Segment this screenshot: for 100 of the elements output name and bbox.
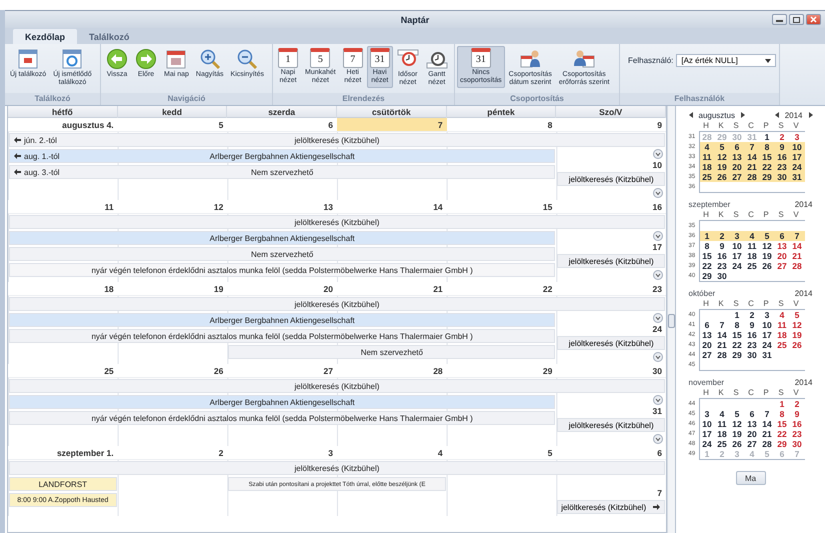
calendar-day[interactable]: 6 [730,142,744,152]
calendar-day[interactable]: 24 [700,439,714,449]
calendar-day[interactable]: 29 [774,439,790,449]
calendar-day[interactable]: 11 [700,152,714,162]
calendar-day[interactable]: 3 [700,409,714,419]
calendar-day[interactable]: 27 [700,350,714,360]
calendar-day[interactable]: 5 [790,310,804,320]
event-bar[interactable]: aug. 1.-tól Arlberger Bergbahnen Aktiengesellschaft [9,149,556,163]
calendar-day[interactable]: 7 [744,142,760,152]
calendar-day[interactable]: 25 [744,261,760,271]
calendar-day[interactable]: 21 [790,251,804,261]
calendar-day[interactable]: 26 [714,172,730,182]
event-bar[interactable]: jelöltkeresés (Kitzbühel) [9,215,665,229]
more-icon[interactable] [652,352,663,362]
calendar-day[interactable]: 11 [774,320,790,330]
calendar-day[interactable]: 17 [730,251,744,261]
calendar-day[interactable]: 19 [760,251,774,261]
calendar-day[interactable]: 4 [744,231,760,241]
more-icon[interactable] [652,270,663,280]
calendar-day[interactable]: 5 [730,409,744,419]
calendar-day[interactable]: 15 [700,251,714,261]
more-icon[interactable] [652,395,663,405]
event-bar[interactable]: jelöltkeresés (Kitzbühel) [9,461,665,475]
calendar-day[interactable]: 24 [760,340,774,350]
calendar-day[interactable]: 8 [774,409,790,419]
scroll-thumb[interactable] [668,314,675,328]
calendar-day[interactable]: 30 [774,172,790,182]
more-icon[interactable] [652,313,663,323]
calendar-day[interactable]: 12 [760,241,774,251]
calendar-day[interactable]: 30 [744,350,760,360]
calendar-day[interactable]: 7 [790,231,804,241]
calendar-day[interactable]: 12 [790,320,804,330]
calendar-day[interactable]: 13 [730,152,744,162]
calendar-day[interactable]: 11 [714,419,730,429]
calendar-day[interactable]: 2 [744,310,760,320]
calendar-day[interactable]: 17 [760,330,774,340]
calendar-day[interactable]: 10 [700,419,714,429]
calendar-day[interactable]: 1 [730,310,744,320]
calendar-day[interactable]: 16 [790,419,804,429]
scrollbar[interactable] [667,106,675,533]
calendar-day[interactable]: 24 [790,162,804,172]
calendar-day[interactable]: 26 [730,439,744,449]
calendar-day[interactable]: 19 [730,429,744,439]
calendar-day[interactable]: 30 [790,439,804,449]
calendar-day[interactable]: 9 [790,409,804,419]
next-icon[interactable] [808,112,812,118]
calendar-day[interactable]: 16 [744,330,760,340]
calendar-day[interactable]: 19 [790,330,804,340]
calendar-day[interactable]: 8 [760,142,774,152]
event-bar[interactable]: LANDFORST [9,477,117,491]
event-bar[interactable]: jelöltkeresés (Kitzbühel) [557,254,665,268]
calendar-day[interactable]: 30 [714,271,730,281]
calendar-day[interactable]: 17 [700,429,714,439]
calendar-day[interactable]: 28 [714,350,730,360]
event-bar[interactable]: nyár végén telefonon érdeklődni asztalos munka felöl (sedda Polstermöbelwerke Hans Thalermaier GmbH ) [9,411,556,425]
event-bar[interactable]: jelöltkeresés (Kitzbühel) [9,379,665,393]
ribbon-tab[interactable]: Találkozó [77,29,142,44]
calendar-day[interactable]: 26 [760,261,774,271]
calendar-day[interactable]: 15 [774,419,790,429]
calendar-day[interactable]: 28 [760,439,774,449]
event-bar[interactable]: Arlberger Bergbahnen Aktiengesellschaft [9,231,556,245]
event-bar[interactable]: jún. 2.-tól jelöltkeresés (Kitzbühel) [9,133,665,147]
maximize-button[interactable] [789,14,804,25]
calendar-day[interactable]: 2 [790,399,804,409]
more-icon[interactable] [652,149,663,159]
more-icon[interactable] [652,188,663,198]
calendar-day[interactable]: 25 [714,439,730,449]
calendar-day[interactable]: 14 [744,152,760,162]
calendar-day[interactable]: 13 [700,330,714,340]
calendar-day[interactable]: 9 [774,142,790,152]
calendar-day[interactable]: 22 [774,429,790,439]
calendar-day[interactable]: 15 [730,330,744,340]
calendar-day[interactable]: 20 [700,340,714,350]
calendar-day[interactable]: 25 [700,172,714,182]
calendar-day[interactable]: 31 [790,172,804,182]
calendar-day[interactable]: 23 [774,162,790,172]
event-bar[interactable]: aug. 3.-tól Nem szervezhető [9,165,556,179]
calendar-day[interactable]: 7 [760,409,774,419]
calendar-day[interactable]: 5 [714,142,730,152]
calendar-day[interactable]: 12 [730,419,744,429]
calendar-day[interactable]: 6 [744,409,760,419]
previous-icon[interactable] [688,112,692,118]
calendar-day[interactable]: 7 [714,320,730,330]
calendar-day[interactable]: 4 [774,310,790,320]
event-bar[interactable]: nyár végén telefonon érdeklődni asztalos munka felöl (sedda Polstermöbelwerke Hans Thalermaier GmbH ) [9,329,556,343]
calendar-day[interactable]: 21 [760,429,774,439]
minimize-button[interactable] [772,14,787,25]
calendar-day[interactable]: 20 [730,162,744,172]
calendar-day[interactable]: 28 [744,172,760,182]
calendar-day[interactable]: 8 [730,320,744,330]
calendar-day[interactable]: 19 [714,162,730,172]
calendar-day[interactable]: 16 [774,152,790,162]
event-bar[interactable]: nyár végén telefonon érdeklődni asztalos munka felöl (sedda Polstermöbelwerke Hans Thalermaier GmbH ) [9,263,556,277]
more-icon[interactable] [652,231,663,241]
calendar-day[interactable]: 3 [760,310,774,320]
event-bar[interactable]: Nem szervezhető [228,345,556,359]
close-button[interactable] [806,14,821,25]
calendar-day[interactable]: 1 [700,231,714,241]
calendar-day[interactable]: 13 [774,241,790,251]
calendar-day[interactable]: 18 [744,251,760,261]
